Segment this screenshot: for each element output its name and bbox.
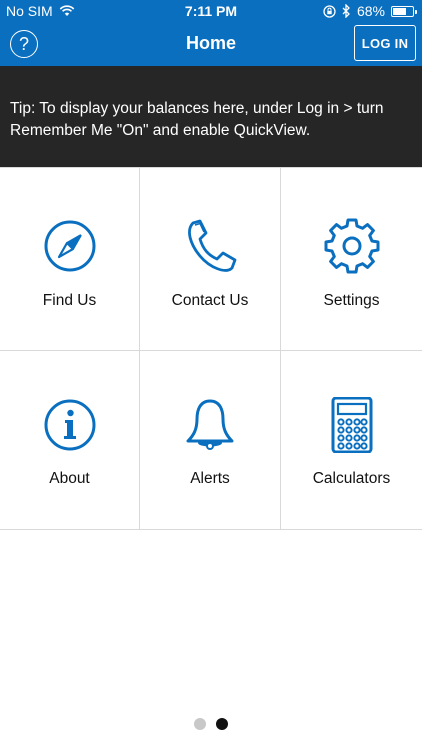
calculator-icon xyxy=(331,397,372,453)
menu-item-about[interactable]: About xyxy=(0,351,140,530)
header: No SIM 7:11 PM 68% ? Home LOG IN xyxy=(0,0,422,66)
battery-icon xyxy=(391,5,417,17)
menu-item-label: Contact Us xyxy=(171,292,249,309)
tip-text: Tip: To display your balances here, unde… xyxy=(10,100,384,139)
menu-item-find-us[interactable]: Find Us xyxy=(0,168,140,351)
page-indicator[interactable] xyxy=(0,718,422,730)
tip-banner: Tip: To display your balances here, unde… xyxy=(0,66,422,167)
compass-icon xyxy=(44,220,95,272)
login-button[interactable]: LOG IN xyxy=(354,25,416,61)
menu-grid: Find Us Contact Us Settings About Alerts… xyxy=(0,167,422,530)
page-dot-active[interactable] xyxy=(216,718,228,730)
battery-percent: 68% xyxy=(356,3,385,19)
rotation-lock-icon xyxy=(323,4,336,18)
menu-item-contact-us[interactable]: Contact Us xyxy=(140,168,281,351)
status-bar: No SIM 7:11 PM 68% xyxy=(0,0,422,22)
battery-level xyxy=(393,7,406,15)
info-icon xyxy=(44,399,95,451)
menu-item-label: Find Us xyxy=(42,292,97,309)
menu-item-label: Calculators xyxy=(312,470,391,487)
menu-item-settings[interactable]: Settings xyxy=(281,168,422,351)
bluetooth-icon xyxy=(342,4,350,18)
menu-item-label: Settings xyxy=(323,292,380,309)
bell-icon xyxy=(186,399,234,450)
menu-item-calculators[interactable]: Calculators xyxy=(281,351,422,530)
page-dot[interactable] xyxy=(194,718,206,730)
menu-item-alerts[interactable]: Alerts xyxy=(140,351,281,530)
phone-icon xyxy=(188,219,237,272)
gear-icon xyxy=(324,218,379,274)
menu-item-label: Alerts xyxy=(190,470,230,487)
menu-item-label: About xyxy=(49,470,90,487)
